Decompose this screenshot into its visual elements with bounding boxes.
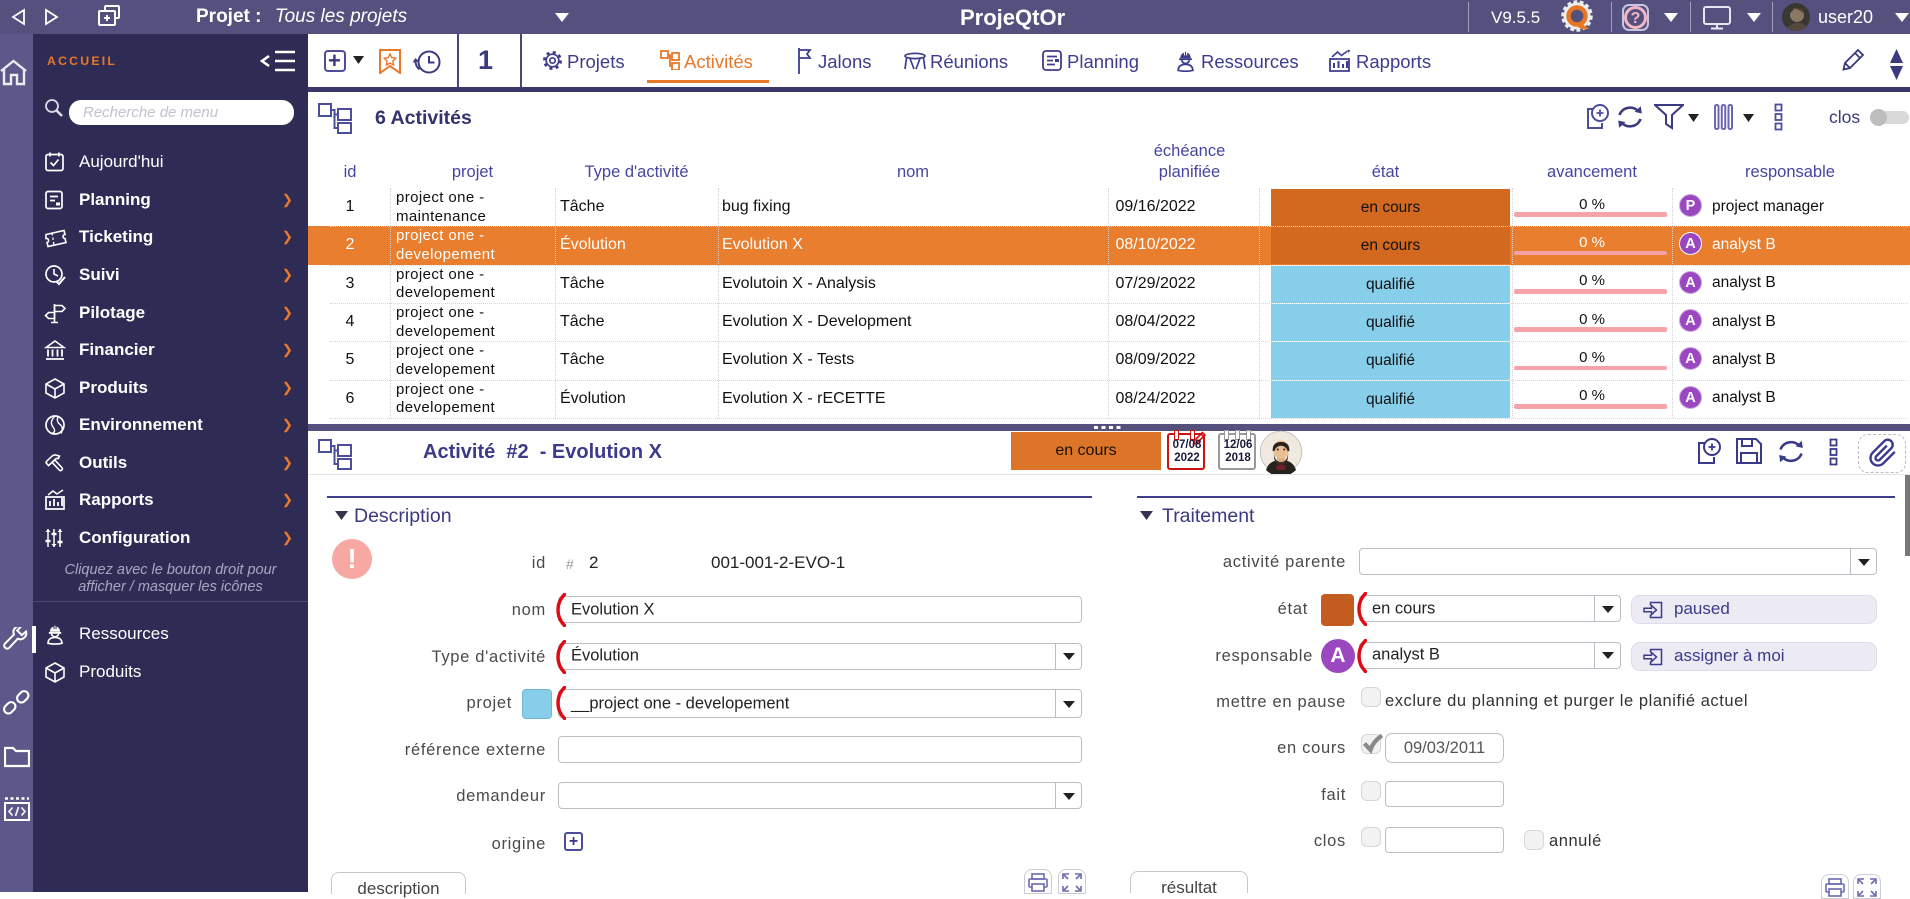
svg-text:?: ? bbox=[1631, 10, 1641, 27]
